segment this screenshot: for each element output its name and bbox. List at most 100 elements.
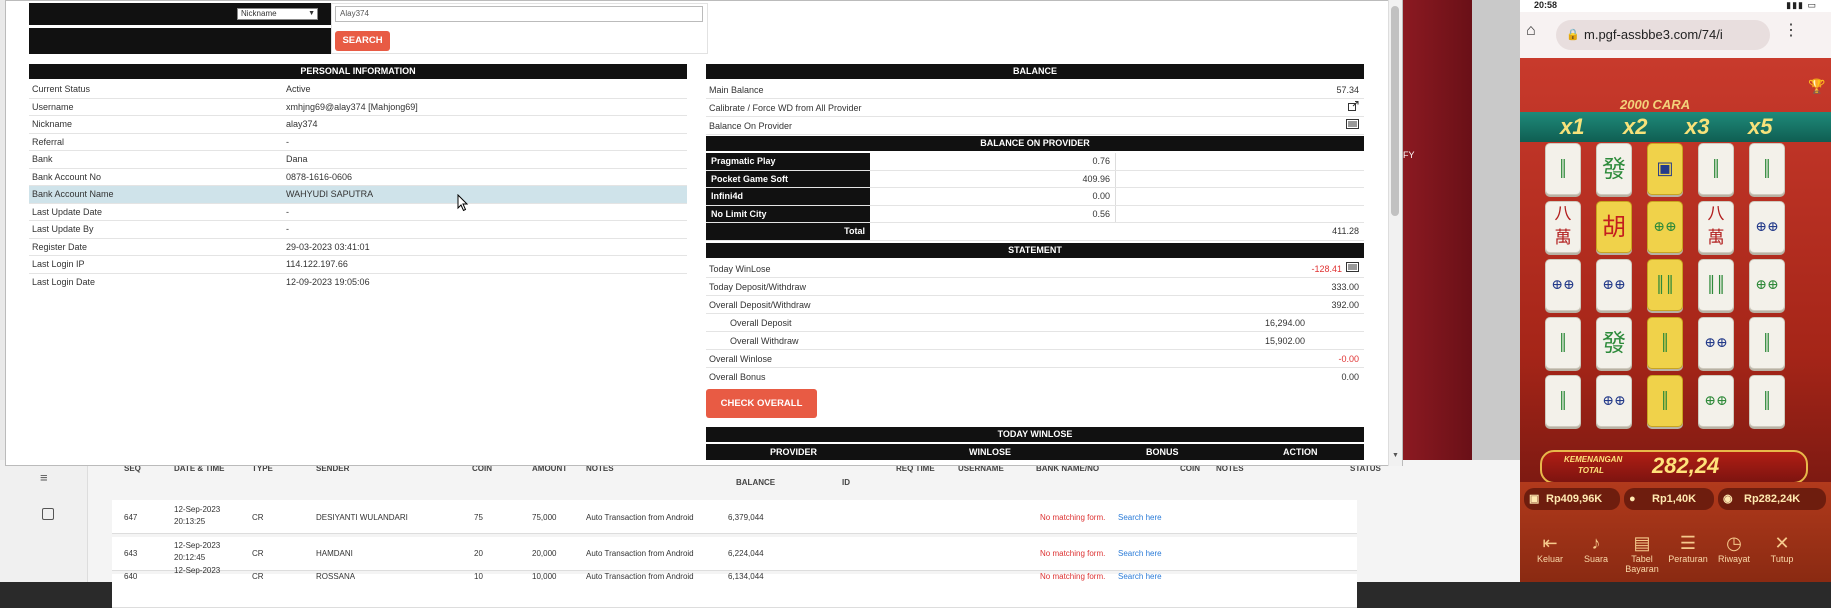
search-here-link[interactable]: Search here <box>1118 572 1162 581</box>
list-icon[interactable] <box>1346 260 1359 278</box>
balance-header: BALANCE <box>706 64 1364 79</box>
mahjong-tile: ║ <box>1749 317 1785 369</box>
overall-deposit-label: Overall Deposit <box>730 318 792 328</box>
info-label: Current Status <box>32 84 91 94</box>
info-value: WAHYUDI SAPUTRA <box>286 189 374 199</box>
mahjong-tile: ║ <box>1749 375 1785 427</box>
provider-total-row: Total 411.28 <box>706 223 1364 241</box>
balance-pill: ▣ Rp409,96K <box>1524 488 1620 510</box>
cell-coin: 75 <box>474 513 483 522</box>
info-label: Last Login Date <box>32 276 96 287</box>
cell-balance: 6,224,044 <box>728 549 764 558</box>
info-row: Referral - <box>29 134 687 151</box>
trophy-icon[interactable]: 🏆 <box>1808 78 1825 95</box>
mahjong-tile: ║ <box>1545 375 1581 427</box>
win-amount: Rp282,24K <box>1744 493 1801 505</box>
nav-keluar[interactable]: ⇤ Keluar <box>1528 532 1572 564</box>
status-time: 20:58 <box>1534 0 1558 10</box>
mahjong-tile: ⊕⊕ <box>1698 375 1734 427</box>
cell-type: CR <box>252 572 264 581</box>
speaker-icon: ♪ <box>1591 533 1601 553</box>
multiplier: x2 <box>1623 114 1648 139</box>
col-bank: BANK NAME/NO <box>1036 464 1100 473</box>
nav-riwayat[interactable]: ◷ Riwayat <box>1712 532 1756 564</box>
bet-amount: Rp1,40K <box>1652 493 1697 505</box>
cell-coin: 20 <box>474 549 483 558</box>
menu-icon[interactable]: ≡ <box>40 470 48 485</box>
overall-winlose-label: Overall Winlose <box>709 354 773 364</box>
cell-balance: 6,134,044 <box>728 572 764 581</box>
multiplier: x1 <box>1560 114 1585 139</box>
chart-icon: ▤ <box>1633 533 1651 553</box>
search-input[interactable]: Alay374 <box>335 6 703 22</box>
overall-bonus-label: Overall Bonus <box>709 372 766 382</box>
nav-label: Suara <box>1583 554 1609 564</box>
cell-amount: 75,000 <box>532 513 557 522</box>
total-label: Total <box>706 223 870 240</box>
search-here-link[interactable]: Search here <box>1118 513 1162 522</box>
provider-name: Pragmatic Play <box>706 153 870 170</box>
mahjong-tile: ║║ <box>1647 259 1683 311</box>
cell-time: 20:12:45 <box>174 553 206 562</box>
cell-date: 12-Sep-2023 <box>174 566 221 575</box>
nav-tutup[interactable]: ✕ Tutup <box>1760 532 1804 564</box>
info-value: 12-09-2023 19:05:06 <box>286 276 370 287</box>
win-icon: ◉ <box>1723 493 1733 505</box>
info-row: Last Login IP 114.122.197.66 <box>29 256 687 274</box>
provider-value: 0.76 <box>870 153 1116 170</box>
scrollbar-thumb[interactable] <box>1391 6 1399 216</box>
external-link-icon[interactable] <box>1348 99 1359 117</box>
today-winlose-header: TODAY WINLOSE <box>706 427 1364 442</box>
total-value: 411.28 <box>1332 226 1359 236</box>
col-id: ID <box>842 478 850 487</box>
col-username: USERNAME <box>958 464 1004 473</box>
game-title: 2000 CARA <box>1620 97 1691 112</box>
total-win-banner: KEMENANGAN TOTAL 282,24 <box>1540 450 1808 484</box>
mahjong-tile: 發 <box>1596 143 1632 195</box>
nav-tabel-bayaran[interactable]: ▤ Tabel Bayaran <box>1620 532 1664 574</box>
info-value: - <box>286 136 289 147</box>
info-value: xmhjng69@alay374 [Mahjong69] <box>286 101 418 112</box>
nav-suara[interactable]: ♪ Suara <box>1574 532 1618 564</box>
nav-peraturan[interactable]: ☰ Peraturan <box>1666 532 1710 564</box>
total-label-2: TOTAL <box>1578 466 1604 475</box>
info-row: Username xmhjng69@alay374 [Mahjong69] <box>29 99 687 116</box>
info-label: Username <box>32 101 74 112</box>
signal-battery-icon: ▮▮▮ ▭ <box>1786 0 1817 10</box>
mahjong-tile: ║ <box>1698 143 1734 195</box>
list-icon[interactable] <box>1346 117 1359 135</box>
multiplier: x5 <box>1748 114 1773 139</box>
info-row-highlighted: Bank Account Name WAHYUDI SAPUTRA <box>29 186 687 204</box>
search-here-link[interactable]: Search here <box>1118 549 1162 558</box>
overall-dw-value: 392.00 <box>1331 300 1359 310</box>
nickname-dropdown[interactable]: Nickname ▼ <box>237 8 318 20</box>
cell-time: 20:13:25 <box>174 517 206 526</box>
mahjong-tile: ⊕⊕ <box>1749 259 1785 311</box>
balance-on-provider-header: BALANCE ON PROVIDER <box>706 136 1364 151</box>
check-overall-button[interactable]: CHECK OVERALL <box>706 389 817 418</box>
mahjong-tile: ⊕⊕ <box>1545 259 1581 311</box>
url-field[interactable]: 🔒 m.pgf-assbbe3.com/74/i <box>1556 20 1770 50</box>
overall-deposit-value: 16,294.00 <box>1264 318 1305 328</box>
cell-seq: 647 <box>124 513 138 522</box>
info-row: Bank Account No 0878-1616-0606 <box>29 169 687 186</box>
provider-value: 0.56 <box>870 205 1116 222</box>
info-row: Current Status Active <box>29 81 687 99</box>
search-button[interactable]: SEARCH <box>335 31 390 51</box>
coin-icon: ● <box>1629 493 1636 505</box>
no-match-text: No matching form. <box>1040 572 1106 581</box>
mahjong-tile: ⊕⊕ <box>1596 375 1632 427</box>
cell-balance: 6,379,044 <box>728 513 764 522</box>
balance-on-provider-label: Balance On Provider <box>709 121 793 131</box>
cell-sender: HAMDANI <box>316 549 353 558</box>
scroll-down-icon[interactable]: ▼ <box>1392 452 1399 459</box>
more-vert-icon[interactable]: ⋮ <box>1783 20 1799 40</box>
home-icon[interactable]: ⌂ <box>1526 22 1536 40</box>
cell-coin: 10 <box>474 572 483 581</box>
nav-label: Keluar <box>1536 554 1563 564</box>
col-provider: PROVIDER <box>770 447 818 457</box>
cell-sender: ROSSANA <box>316 572 356 581</box>
info-value: 114.122.197.66 <box>286 259 348 269</box>
book-icon[interactable] <box>42 508 54 520</box>
info-label: Referral <box>32 136 65 147</box>
